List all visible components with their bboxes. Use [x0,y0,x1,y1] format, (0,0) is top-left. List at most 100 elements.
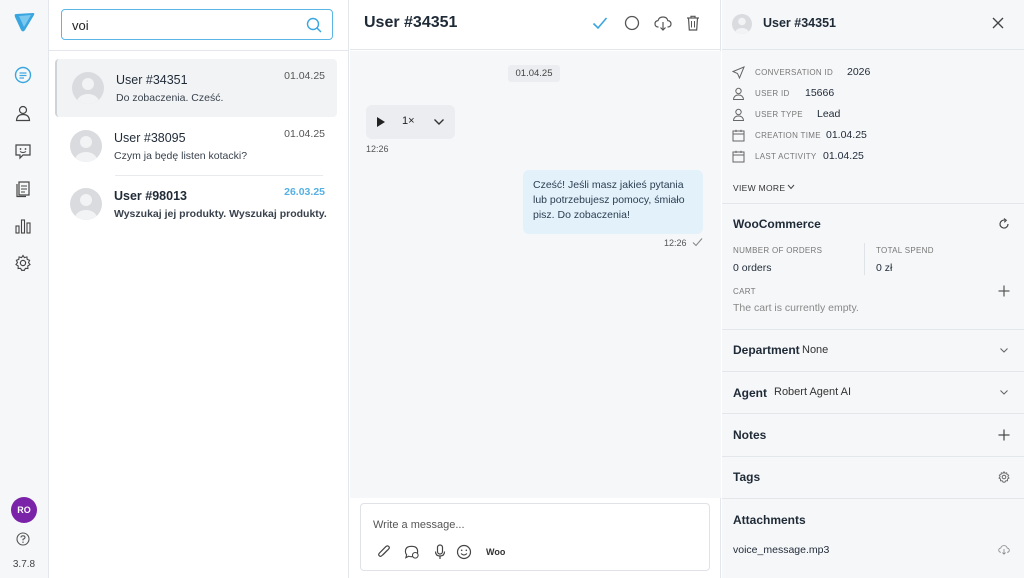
chat-header: User #34351 [350,0,721,50]
cart-empty-text: The cart is currently empty. [733,302,859,314]
view-more-button[interactable]: VIEW MORE [733,183,785,193]
department-label: Department [733,343,800,357]
chat-messages[interactable]: 01.04.25 1× 12:26 Cześć! Jeśli masz jaki… [350,51,721,498]
cloud-download-icon[interactable] [998,543,1010,555]
add-note-plus-icon[interactable] [998,429,1010,441]
saved-replies-icon[interactable] [404,544,420,560]
nav-users-icon[interactable] [12,102,34,124]
info-user-type: USER TYPE Lead [732,107,1012,123]
chevron-down-icon[interactable] [433,117,445,127]
conversation-date: 01.04.25 [284,128,325,140]
divider [722,456,1024,457]
user-avatar [732,14,752,34]
info-last-activity: LAST ACTIVITY 01.04.25 [732,149,1012,165]
left-rail: RO 3.7.8 [0,0,49,578]
orders-value: 0 orders [733,262,772,274]
delivered-check-icon [692,238,703,247]
trash-icon[interactable] [684,14,702,32]
nav-reports-icon[interactable] [12,215,34,237]
info-label: USER TYPE [755,110,803,119]
agent-value: Robert Agent AI [774,386,852,398]
agent-label: Agent [733,386,767,400]
details-panel: User #34351 CONVERSATION ID 2026 USER ID… [722,0,1024,578]
app-logo-icon[interactable] [12,10,36,34]
info-conversation-id: CONVERSATION ID 2026 [732,65,1012,81]
divider [722,371,1024,372]
info-value: 2026 [847,66,871,78]
conversation-name: User #34351 [116,73,188,87]
audio-message: 1× [366,105,455,139]
cloud-download-icon[interactable] [654,14,672,32]
conversation-date: 26.03.25 [284,186,325,198]
nav-settings-icon[interactable] [12,252,34,274]
conversation-item[interactable]: User #98013 Wyszukaj jej produkty. Wyszu… [55,175,337,233]
cart-label: CART [733,287,756,296]
nav-chatbot-icon[interactable] [12,140,34,162]
app-version: 3.7.8 [12,559,36,570]
conversation-item[interactable]: User #38095 Czym ja będę listen kotacki?… [55,117,337,175]
conversation-preview: Do zobaczenia. Cześć. [116,92,224,104]
user-avatar [70,130,102,162]
attachments-label: Attachments [733,513,806,527]
woocommerce-title: WooCommerce [733,217,821,231]
chat-panel: User #34351 01.04.25 1× 12:26 Cześć! Jeś… [350,0,721,578]
woocommerce-button[interactable]: Woo [486,547,505,557]
divider [722,413,1024,414]
search-box[interactable] [61,9,333,40]
message-input[interactable]: Write a message... [373,519,465,531]
tags-label: Tags [733,470,761,484]
search-icon[interactable] [306,17,322,33]
info-value: Lead [817,108,841,120]
user-icon [732,87,745,100]
info-value: 01.04.25 [823,150,864,162]
help-icon[interactable] [16,532,30,546]
tags-settings-icon[interactable] [998,471,1010,483]
mark-resolved-icon[interactable] [591,14,609,32]
attachment-icon[interactable] [376,544,392,560]
info-user-id: USER ID 15666 [732,86,1012,102]
total-spend-label: TOTAL SPEND [876,246,934,255]
message-time: 12:26 [366,144,389,154]
outgoing-message: Cześć! Jeśli masz jakieś pytania lub pot… [523,170,703,234]
refresh-icon[interactable] [998,218,1010,230]
search-input[interactable] [72,16,292,34]
info-label: CONVERSATION ID [755,68,834,77]
calendar-icon [732,150,745,163]
divider [864,243,865,275]
conversation-item[interactable]: User #34351 Do zobaczenia. Cześć. 01.04.… [55,59,337,117]
play-icon[interactable] [376,116,386,128]
date-separator: 01.04.25 [508,65,560,82]
user-icon [732,108,745,121]
user-avatar [72,72,104,104]
attachment-file-link[interactable]: voice_message.mp3 [733,544,829,556]
conversation-name: User #98013 [114,189,187,203]
message-composer[interactable]: Write a message... Woo [360,503,710,571]
total-spend-value: 0 zł [876,262,893,274]
chevron-down-icon[interactable] [787,184,795,190]
current-user-avatar[interactable]: RO [11,497,37,523]
info-label: USER ID [755,89,790,98]
chevron-down-icon[interactable] [998,344,1010,356]
send-icon [732,66,745,79]
calendar-icon [732,129,745,142]
nav-conversations-icon[interactable] [12,64,34,86]
orders-label: NUMBER OF ORDERS [733,246,823,255]
list-divider [49,50,349,51]
info-label: LAST ACTIVITY [755,152,817,161]
emoji-icon[interactable] [456,544,472,560]
add-to-cart-plus-icon[interactable] [998,285,1010,297]
status-circle-icon[interactable] [623,14,641,32]
close-icon[interactable] [992,17,1004,29]
playback-speed[interactable]: 1× [402,115,415,127]
conversation-preview: Czym ja będę listen kotacki? [114,150,248,162]
info-creation-time: CREATION TIME 01.04.25 [732,128,1012,144]
chevron-down-icon[interactable] [998,386,1010,398]
microphone-icon[interactable] [432,544,448,560]
notes-label: Notes [733,428,767,442]
details-header: User #34351 [722,0,1024,50]
conversation-list-panel: User #34351 Do zobaczenia. Cześć. 01.04.… [49,0,349,578]
conversation-date: 01.04.25 [284,70,325,82]
divider [722,329,1024,330]
conversation-preview: Wyszukaj jej produkty. Wyszukaj produkty… [114,208,327,220]
nav-articles-icon[interactable] [12,178,34,200]
